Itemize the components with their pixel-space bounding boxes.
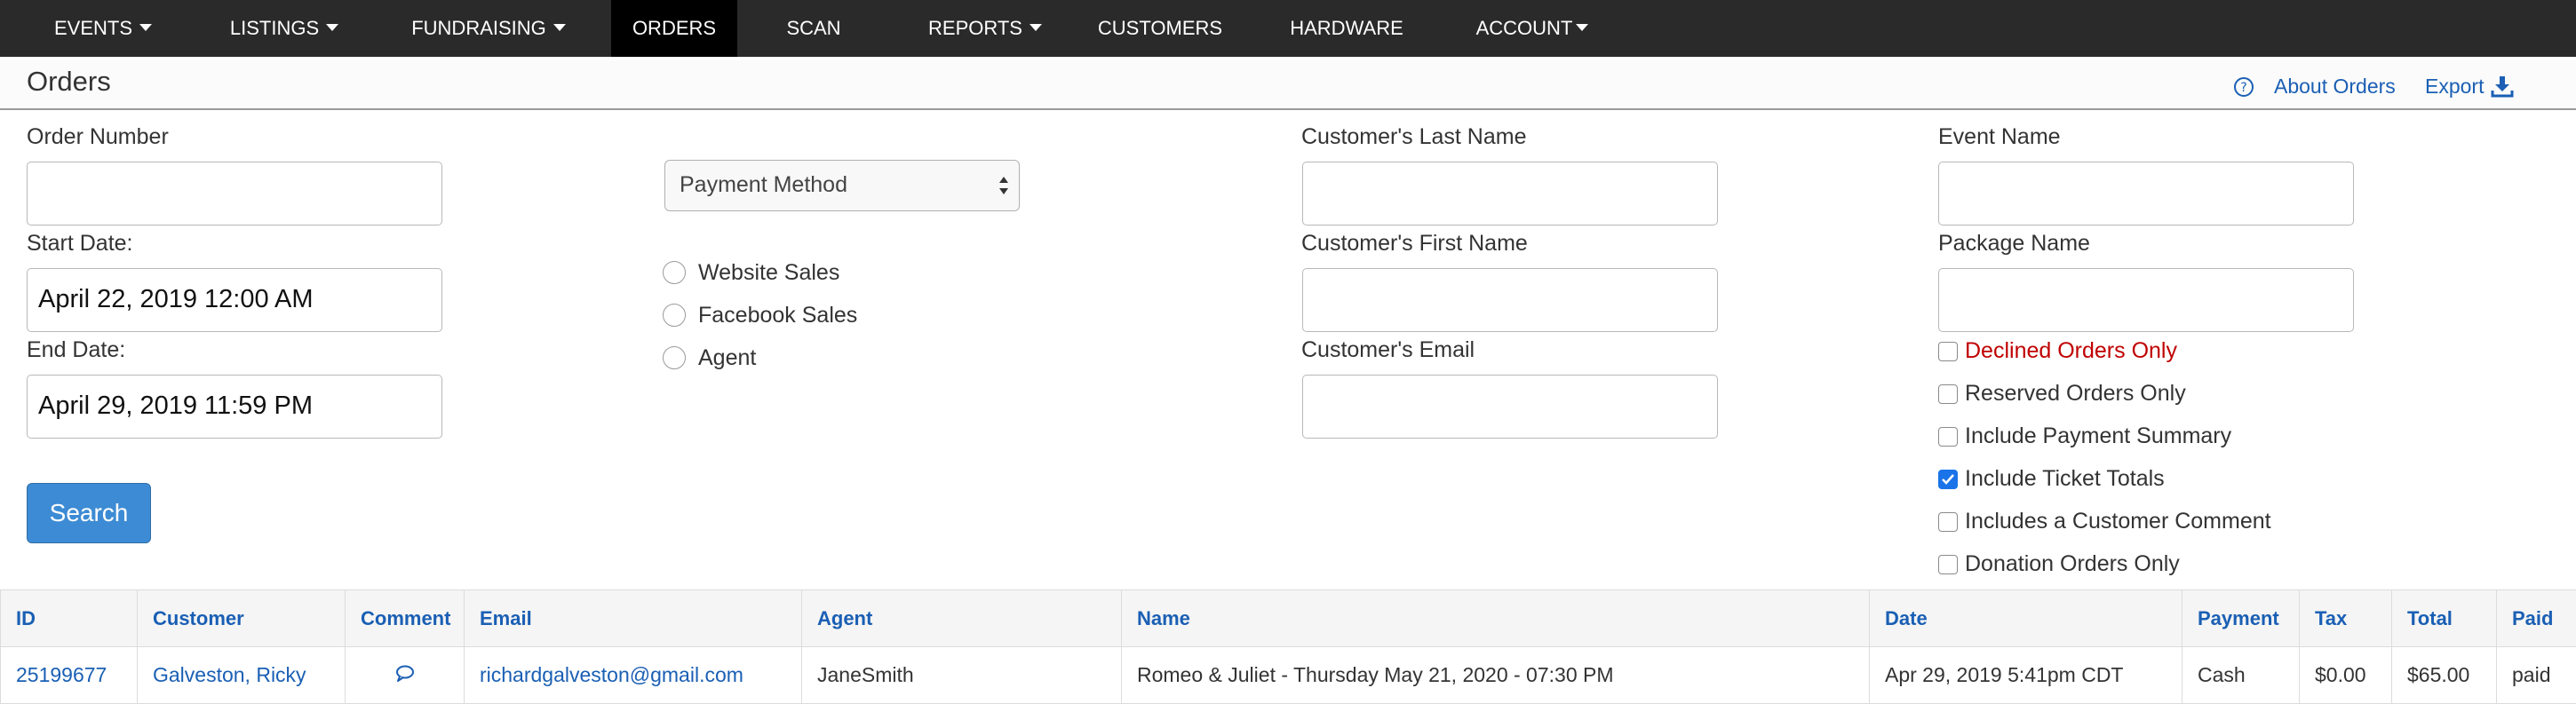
email-field[interactable]: [1302, 375, 1718, 439]
question-circle-icon[interactable]: ?: [2233, 76, 2254, 98]
about-orders-link[interactable]: About Orders: [2274, 75, 2396, 99]
agent-cell: JaneSmith: [802, 647, 1122, 704]
payment-method-select[interactable]: Payment Method: [664, 160, 1020, 211]
payment-method-value: Payment Method: [680, 172, 847, 197]
column-header-customer[interactable]: Customer: [138, 590, 346, 647]
payment-summary-label: Include Payment Summary: [1965, 423, 2231, 449]
top-navigation: EVENTS LISTINGS FUNDRAISING ORDERS SCAN …: [0, 0, 2576, 57]
nav-reports-label: REPORTS: [928, 17, 1022, 39]
end-date-label: End Date:: [27, 337, 125, 363]
order-number-label: Order Number: [27, 124, 169, 150]
website-sales-radio[interactable]: [663, 261, 686, 284]
page-title: Orders: [27, 66, 111, 98]
start-date-input[interactable]: April 22, 2019 12:00 AM: [27, 268, 442, 332]
column-header-name[interactable]: Name: [1122, 590, 1870, 647]
page-header: Orders ? About Orders Export: [0, 60, 2576, 110]
order-id-link[interactable]: 25199677: [1, 647, 138, 704]
nav-events-label: EVENTS: [54, 17, 132, 39]
reserved-orders-label: Reserved Orders Only: [1965, 381, 2186, 407]
email-label: Customer's Email: [1301, 337, 1475, 363]
email-link[interactable]: richardgalveston@gmail.com: [465, 647, 802, 704]
first-name-input[interactable]: [1302, 268, 1718, 332]
nav-hardware-label: HARDWARE: [1290, 17, 1403, 39]
order-number-input[interactable]: [27, 162, 442, 225]
website-sales-label: Website Sales: [698, 260, 839, 286]
agent-label: Agent: [698, 345, 756, 371]
date-cell: Apr 29, 2019 5:41pm CDT: [1870, 647, 2182, 704]
nav-customers[interactable]: CUSTOMERS: [1085, 0, 1235, 57]
name-cell: Romeo & Juliet - Thursday May 21, 2020 -…: [1122, 647, 1870, 704]
nav-listings-label: LISTINGS: [230, 17, 319, 39]
package-name-input[interactable]: [1938, 268, 2354, 332]
paid-cell: paid: [2497, 647, 2576, 704]
nav-fundraising-label: FUNDRAISING: [411, 17, 546, 39]
nav-scan-label: SCAN: [786, 17, 840, 39]
comment-cell[interactable]: [346, 647, 465, 704]
declined-orders-checkbox[interactable]: [1938, 342, 1958, 361]
event-name-input[interactable]: [1938, 162, 2354, 225]
chevron-down-icon: [1030, 24, 1042, 31]
column-header-paid[interactable]: Paid: [2497, 590, 2576, 647]
search-button[interactable]: Search: [27, 483, 151, 543]
svg-text:?: ?: [2240, 81, 2246, 95]
nav-account[interactable]: ACCOUNT: [1457, 0, 1608, 57]
nav-scan[interactable]: SCAN: [764, 0, 863, 57]
nav-listings[interactable]: LISTINGS: [208, 0, 361, 57]
column-header-id[interactable]: ID: [1, 590, 138, 647]
download-icon[interactable]: [2491, 75, 2514, 98]
checkmark-icon: [1941, 472, 1955, 486]
table-row: 25199677 Galveston, Ricky richardgalvest…: [1, 647, 2576, 704]
payment-cell: Cash: [2182, 647, 2300, 704]
export-link[interactable]: Export: [2425, 75, 2484, 99]
declined-orders-label: Declined Orders Only: [1965, 338, 2177, 364]
nav-reports[interactable]: REPORTS: [901, 0, 1069, 57]
ticket-totals-label: Include Ticket Totals: [1965, 466, 2165, 492]
table-header-row: ID Customer Comment Email Agent Name Dat…: [1, 590, 2576, 647]
nav-orders[interactable]: ORDERS: [611, 0, 737, 57]
nav-account-label: ACCOUNT: [1476, 17, 1573, 39]
ticket-totals-checkbox[interactable]: [1938, 470, 1958, 489]
nav-fundraising[interactable]: FUNDRAISING: [393, 0, 584, 57]
donation-orders-checkbox[interactable]: [1938, 555, 1958, 574]
column-header-payment[interactable]: Payment: [2182, 590, 2300, 647]
donation-orders-label: Donation Orders Only: [1965, 551, 2180, 577]
end-date-input[interactable]: April 29, 2019 11:59 PM: [27, 375, 442, 439]
nav-orders-label: ORDERS: [632, 17, 716, 39]
package-name-label: Package Name: [1938, 231, 2090, 257]
nav-customers-label: CUSTOMERS: [1098, 17, 1222, 39]
chevron-down-icon: [326, 24, 338, 31]
facebook-sales-label: Facebook Sales: [698, 303, 857, 328]
payment-summary-checkbox[interactable]: [1938, 427, 1958, 447]
agent-radio[interactable]: [663, 346, 686, 369]
chevron-down-icon: [1576, 24, 1588, 31]
column-header-comment[interactable]: Comment: [346, 590, 465, 647]
select-arrows-icon: [998, 173, 1010, 198]
nav-events[interactable]: EVENTS: [27, 0, 179, 57]
orders-table: ID Customer Comment Email Agent Name Dat…: [0, 589, 2576, 704]
first-name-label: Customer's First Name: [1301, 231, 1528, 257]
customer-comment-checkbox[interactable]: [1938, 512, 1958, 532]
column-header-agent[interactable]: Agent: [802, 590, 1122, 647]
total-cell: $65.00: [2392, 647, 2497, 704]
last-name-label: Customer's Last Name: [1301, 124, 1526, 150]
nav-hardware[interactable]: HARDWARE: [1268, 0, 1425, 57]
chevron-down-icon: [139, 24, 152, 31]
event-name-label: Event Name: [1938, 124, 2061, 150]
reserved-orders-checkbox[interactable]: [1938, 384, 1958, 404]
column-header-total[interactable]: Total: [2392, 590, 2497, 647]
column-header-email[interactable]: Email: [465, 590, 802, 647]
comment-icon[interactable]: [394, 664, 416, 682]
facebook-sales-radio[interactable]: [663, 304, 686, 327]
column-header-date[interactable]: Date: [1870, 590, 2182, 647]
customer-link[interactable]: Galveston, Ricky: [138, 647, 346, 704]
start-date-label: Start Date:: [27, 231, 133, 257]
chevron-down-icon: [553, 24, 566, 31]
last-name-input[interactable]: [1302, 162, 1718, 225]
column-header-tax[interactable]: Tax: [2300, 590, 2392, 647]
customer-comment-label: Includes a Customer Comment: [1965, 509, 2271, 534]
tax-cell: $0.00: [2300, 647, 2392, 704]
